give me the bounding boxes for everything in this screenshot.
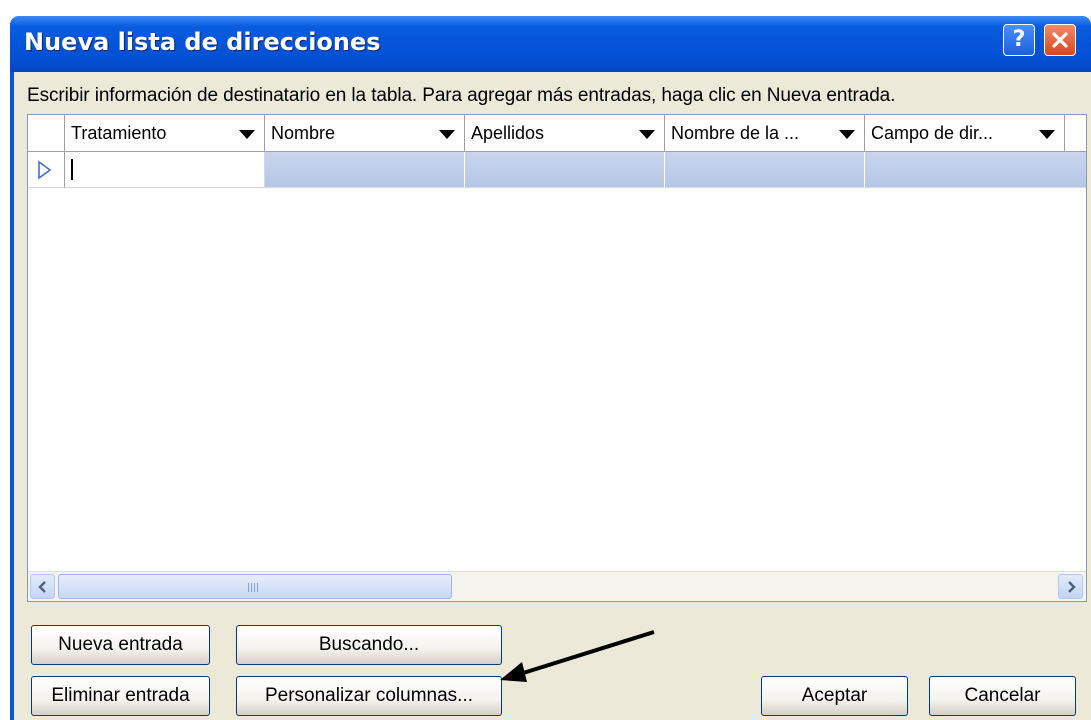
close-button[interactable] bbox=[1044, 24, 1076, 56]
cell-nombre[interactable] bbox=[265, 152, 465, 188]
chevron-left-icon bbox=[38, 581, 46, 593]
column-header-address-field[interactable]: Campo de dir... bbox=[865, 115, 1065, 152]
cell-tratamiento[interactable] bbox=[65, 152, 265, 188]
recipient-table[interactable]: Tratamiento Nombre Apellidos Nombre de l… bbox=[27, 114, 1087, 602]
current-row-triangle-icon bbox=[38, 160, 52, 180]
cancel-button[interactable]: Cancelar bbox=[929, 676, 1076, 716]
dropdown-arrow-icon[interactable] bbox=[839, 130, 855, 139]
table-row[interactable] bbox=[28, 152, 1086, 188]
row-selector[interactable] bbox=[28, 152, 65, 188]
new-entry-button[interactable]: Nueva entrada bbox=[31, 625, 210, 665]
help-button[interactable]: ? bbox=[1003, 24, 1035, 56]
header-filler bbox=[1065, 115, 1086, 152]
customize-columns-button[interactable]: Personalizar columnas... bbox=[236, 676, 502, 716]
dropdown-arrow-icon[interactable] bbox=[439, 130, 455, 139]
cell-apellidos[interactable] bbox=[465, 152, 665, 188]
delete-entry-button[interactable]: Eliminar entrada bbox=[31, 676, 210, 716]
dialog-title: Nueva lista de direcciones bbox=[24, 28, 381, 56]
corner-header-cell bbox=[28, 115, 65, 152]
table-header: Tratamiento Nombre Apellidos Nombre de l… bbox=[28, 115, 1086, 152]
column-header-nombre[interactable]: Nombre bbox=[265, 115, 465, 152]
cell-company[interactable] bbox=[665, 152, 865, 188]
column-header-company[interactable]: Nombre de la ... bbox=[665, 115, 865, 152]
scroll-right-button[interactable] bbox=[1058, 574, 1083, 599]
column-header-label: Tratamiento bbox=[71, 123, 167, 143]
find-button[interactable]: Buscando... bbox=[236, 625, 502, 665]
instruction-text: Escribir información de destinatario en … bbox=[27, 85, 896, 106]
column-header-label: Campo de dir... bbox=[871, 123, 994, 143]
dropdown-arrow-icon[interactable] bbox=[639, 130, 655, 139]
column-header-label: Nombre bbox=[271, 123, 336, 143]
scroll-left-button[interactable] bbox=[30, 574, 55, 599]
scrollbar-thumb[interactable] bbox=[58, 574, 452, 599]
column-header-apellidos[interactable]: Apellidos bbox=[465, 115, 665, 152]
horizontal-scrollbar[interactable] bbox=[28, 571, 1086, 601]
close-icon bbox=[1052, 32, 1068, 48]
chevron-right-icon bbox=[1068, 581, 1076, 593]
text-cursor bbox=[71, 159, 73, 180]
dropdown-arrow-icon[interactable] bbox=[239, 130, 255, 139]
ok-button[interactable]: Aceptar bbox=[761, 676, 908, 716]
column-header-tratamiento[interactable]: Tratamiento bbox=[65, 115, 265, 152]
cell-address-field[interactable] bbox=[865, 152, 1086, 188]
column-header-label: Nombre de la ... bbox=[671, 123, 800, 143]
grip-icon bbox=[248, 583, 260, 592]
column-header-label: Apellidos bbox=[471, 123, 545, 143]
dialog-window: Nueva lista de direcciones ? Escribir in… bbox=[10, 16, 1091, 720]
title-bar[interactable]: Nueva lista de direcciones ? bbox=[10, 16, 1091, 72]
dropdown-arrow-icon[interactable] bbox=[1039, 130, 1055, 139]
dialog-body: Escribir información de destinatario en … bbox=[14, 72, 1091, 720]
